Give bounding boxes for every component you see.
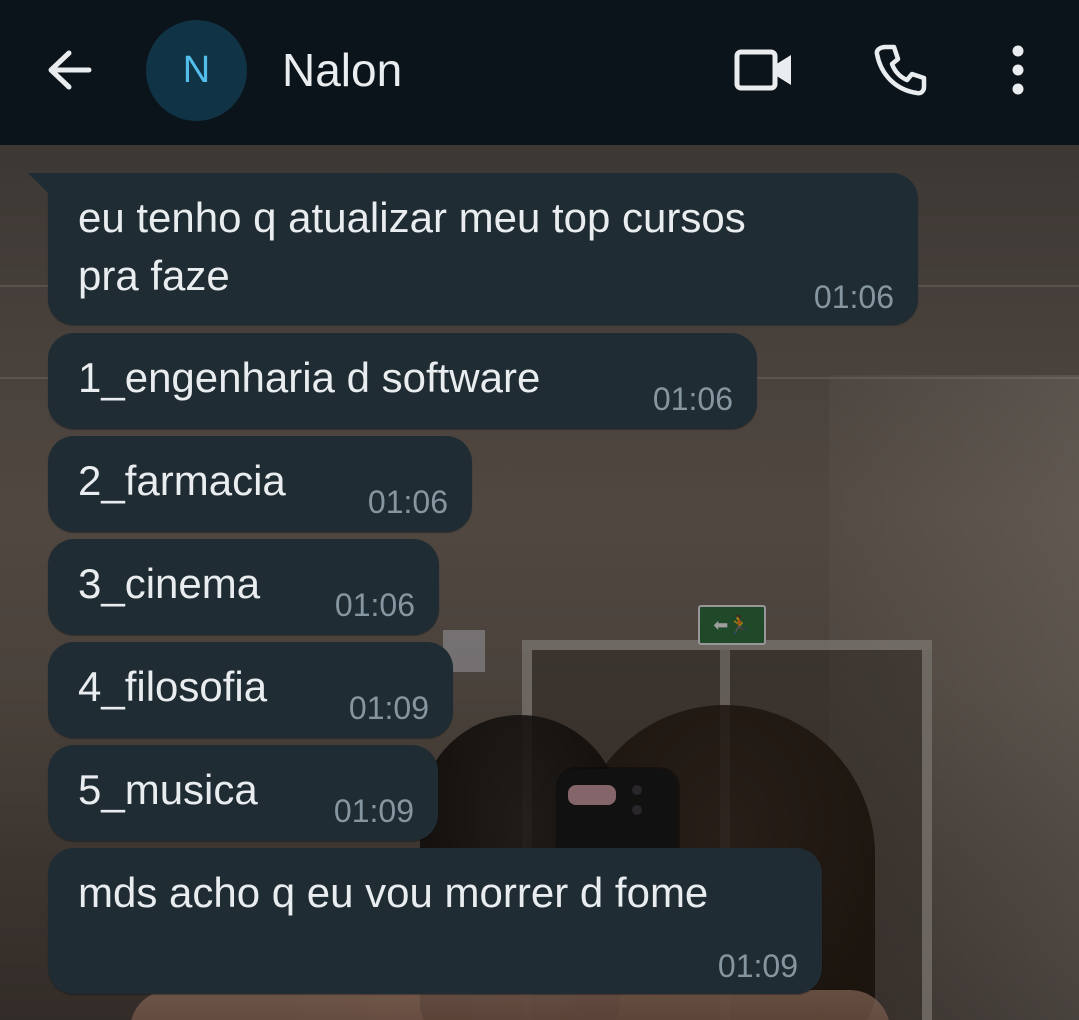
message-bubble[interactable]: eu tenho q atualizar meu top cursos pra … xyxy=(28,173,918,325)
message-text: 1_engenharia d software xyxy=(78,354,541,401)
message-bubble[interactable]: 4_filosofia 01:09 xyxy=(48,642,453,738)
message-bubble[interactable]: mds acho q eu vou morrer d fome 01:09 xyxy=(48,848,822,994)
message-timestamp: 01:06 xyxy=(367,484,448,520)
message-timestamp: 01:09 xyxy=(348,690,429,726)
message-text: 3_cinema xyxy=(78,560,261,607)
message-text: 4_filosofia xyxy=(78,663,268,710)
message-text: 2_farmacia xyxy=(78,457,286,504)
back-button[interactable] xyxy=(30,30,108,110)
message-bubble[interactable]: 5_musica 01:09 xyxy=(48,745,438,841)
more-options-button[interactable] xyxy=(990,32,1046,108)
message-text: 5_musica xyxy=(78,766,258,813)
video-call-button[interactable] xyxy=(722,32,806,108)
message-timestamp: 01:06 xyxy=(334,587,415,623)
contact-name[interactable]: Nalon xyxy=(282,42,402,98)
message-text: eu tenho q atualizar meu top cursos xyxy=(78,194,746,241)
chat-header: N Nalon xyxy=(0,0,1079,145)
message-bubble[interactable]: 2_farmacia 01:06 xyxy=(48,436,472,532)
message-list: eu tenho q atualizar meu top cursos pra … xyxy=(0,145,1079,1020)
avatar-initial: N xyxy=(182,49,211,91)
arrow-left-icon xyxy=(48,50,92,90)
avatar[interactable]: N xyxy=(146,20,247,121)
message-timestamp: 01:09 xyxy=(717,948,798,984)
more-vertical-icon xyxy=(1012,45,1024,95)
message-timestamp: 01:06 xyxy=(652,381,733,417)
video-camera-icon xyxy=(734,49,791,91)
message-timestamp: 01:09 xyxy=(333,793,414,829)
message-bubble[interactable]: 3_cinema 01:06 xyxy=(48,539,439,635)
bubble-tail xyxy=(28,173,48,193)
message-bubble[interactable]: 1_engenharia d software 01:06 xyxy=(48,333,757,429)
message-timestamp: 01:06 xyxy=(813,279,894,315)
message-text: pra faze xyxy=(78,252,230,299)
voice-call-button[interactable] xyxy=(862,32,938,108)
phone-icon xyxy=(874,44,927,96)
message-text: mds acho q eu vou morrer d fome xyxy=(78,869,709,916)
